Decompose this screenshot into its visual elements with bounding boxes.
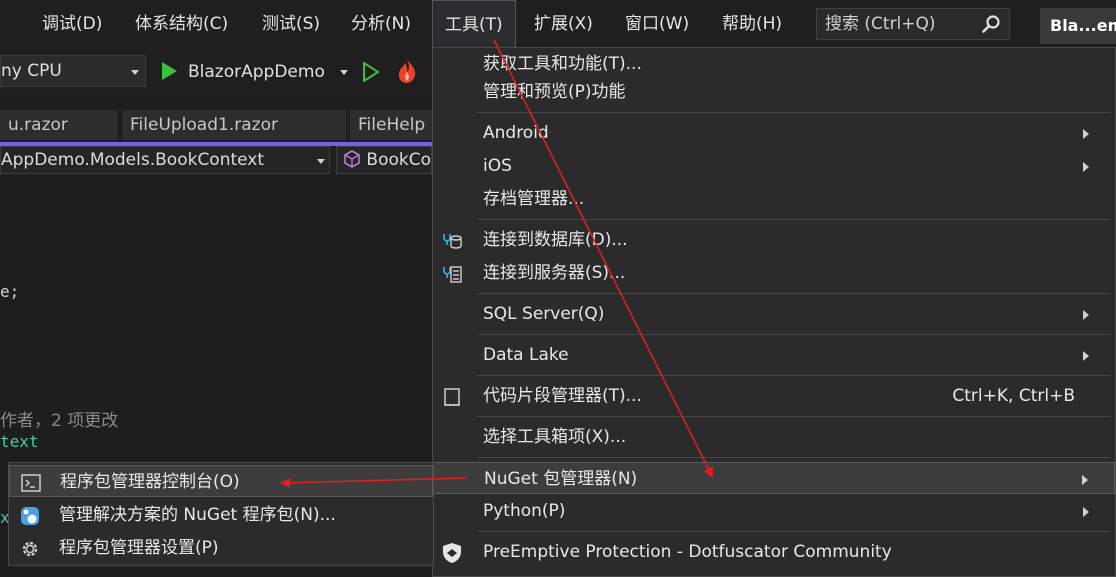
- menu-item-connect-server[interactable]: 连接到服务器(S)...: [433, 257, 1115, 289]
- menu-item-label: Python(P): [483, 501, 566, 521]
- menu-analyze[interactable]: 分析(N): [351, 0, 411, 48]
- submenu-item-label: 程序包管理器设置(P): [59, 538, 219, 558]
- menu-item-label: 存档管理器...: [483, 189, 585, 209]
- menu-separator: [477, 112, 1111, 113]
- menu-separator: [477, 375, 1111, 376]
- menu-item-label: 管理和预览(P)功能: [483, 82, 626, 102]
- codelens-annotation[interactable]: 作者，2 项更改: [0, 406, 118, 431]
- snippet-icon: [444, 388, 460, 406]
- gear-icon: [22, 541, 38, 557]
- hot-reload-icon[interactable]: [396, 58, 418, 84]
- menu-debug[interactable]: 调试(D): [42, 0, 102, 48]
- menu-item-label: iOS: [483, 156, 512, 176]
- menu-item-label: 选择工具箱项(X)...: [483, 427, 627, 447]
- menu-window[interactable]: 窗口(W): [625, 0, 689, 48]
- chevron-down-icon: [317, 159, 325, 164]
- run-target-label[interactable]: BlazorAppDemo: [188, 48, 325, 96]
- code-line: text: [0, 432, 39, 451]
- menu-item-label: 连接到数据库(D)...: [483, 230, 628, 250]
- submenu-item-manage-nuget[interactable]: 管理解决方案的 NuGet 程序包(N)...: [9, 499, 433, 531]
- platform-value: ny CPU: [1, 61, 62, 81]
- menu-item-shortcut: Ctrl+K, Ctrl+B: [952, 386, 1075, 406]
- chevron-down-icon: [131, 70, 139, 75]
- tab-filehelper[interactable]: FileHelp: [350, 110, 432, 140]
- menu-separator: [477, 334, 1111, 335]
- menu-tools[interactable]: 工具(T): [432, 0, 516, 47]
- scope-value: AppDemo.Models.BookContext: [1, 150, 265, 170]
- menu-item-label: 连接到服务器(S)...: [483, 263, 626, 283]
- submenu-item-package-console[interactable]: 程序包管理器控制台(O): [9, 465, 433, 497]
- menu-item-snippet-manager[interactable]: 代码片段管理器(T)... Ctrl+K, Ctrl+B: [433, 380, 1115, 412]
- member-value: BookCo: [366, 150, 431, 170]
- menu-item-dotfuscator[interactable]: PreEmptive Protection - Dotfuscator Comm…: [433, 536, 1115, 568]
- menu-separator: [477, 416, 1111, 417]
- menu-separator: [477, 219, 1111, 220]
- database-connect-icon: [443, 234, 462, 249]
- server-connect-icon: [443, 266, 462, 283]
- start-debug-icon[interactable]: [160, 61, 178, 81]
- menu-separator: [477, 531, 1111, 532]
- class-icon: [344, 150, 360, 168]
- chevron-right-icon: [1083, 162, 1089, 172]
- code-line: e;: [0, 282, 20, 301]
- shield-icon: [443, 543, 461, 563]
- menu-help[interactable]: 帮助(H): [722, 0, 782, 48]
- menu-item-manage-preview[interactable]: 管理和预览(P)功能: [433, 76, 1115, 108]
- menu-extensions[interactable]: 扩展(X): [534, 0, 593, 48]
- menu-item-choose-toolbox[interactable]: 选择工具箱项(X)...: [433, 421, 1115, 453]
- menu-item-python[interactable]: Python(P): [433, 495, 1115, 527]
- solution-title-tab[interactable]: Bla...em: [1040, 8, 1116, 44]
- start-without-debug-icon[interactable]: [362, 62, 380, 82]
- nuget-icon: [21, 507, 39, 525]
- member-dropdown[interactable]: BookCo: [336, 146, 432, 174]
- menu-item-label: NuGet 包管理器(N): [484, 469, 638, 489]
- menu-separator: [477, 293, 1111, 294]
- menu-test[interactable]: 测试(S): [262, 0, 320, 48]
- search-icon: [982, 15, 1000, 33]
- submenu-item-label: 管理解决方案的 NuGet 程序包(N)...: [59, 505, 336, 525]
- menu-item-sql-server[interactable]: SQL Server(Q): [433, 298, 1115, 330]
- menu-architecture[interactable]: 体系结构(C): [135, 0, 228, 48]
- nuget-submenu: 程序包管理器控制台(O) 管理解决方案的 NuGet 程序包(N)... 程序包…: [8, 462, 434, 566]
- menu-bar: 调试(D) 体系结构(C) 测试(S) 分析(N) 工具(T) 扩展(X) 窗口…: [0, 0, 1116, 48]
- chevron-right-icon: [1083, 507, 1089, 517]
- toolbar: ny CPU BlazorAppDemo: [0, 48, 440, 96]
- search-label: 搜索 (Ctrl+Q): [825, 14, 936, 34]
- document-tabs: u.razor FileUpload1.razor FileHelp: [0, 110, 432, 142]
- menu-item-label: SQL Server(Q): [483, 304, 605, 324]
- menu-item-ios[interactable]: iOS: [433, 150, 1115, 182]
- menu-item-label: Android: [483, 123, 549, 143]
- menu-item-data-lake[interactable]: Data Lake: [433, 339, 1115, 371]
- menu-item-label: PreEmptive Protection - Dotfuscator Comm…: [483, 542, 892, 562]
- submenu-item-package-settings[interactable]: 程序包管理器设置(P): [9, 532, 433, 564]
- chevron-right-icon: [1083, 310, 1089, 320]
- tools-menu: 获取工具和功能(T)... 管理和预览(P)功能 Android iOS 存档管…: [432, 47, 1116, 577]
- menu-item-label: 代码片段管理器(T)...: [483, 386, 642, 406]
- scope-dropdown[interactable]: AppDemo.Models.BookContext: [0, 146, 330, 174]
- menu-separator: [477, 457, 1111, 458]
- menu-item-archive-manager[interactable]: 存档管理器...: [433, 183, 1115, 215]
- navigation-bar: AppDemo.Models.BookContext BookCo: [0, 146, 432, 176]
- chevron-right-icon: [1082, 475, 1088, 485]
- search-box[interactable]: 搜索 (Ctrl+Q): [816, 8, 1010, 40]
- chevron-right-icon: [1083, 129, 1089, 139]
- tab-menu-razor[interactable]: u.razor: [0, 110, 118, 140]
- menu-item-connect-database[interactable]: 连接到数据库(D)...: [433, 224, 1115, 256]
- menu-item-android[interactable]: Android: [433, 117, 1115, 149]
- menu-item-nuget[interactable]: NuGet 包管理器(N): [433, 462, 1115, 494]
- console-icon: [21, 474, 41, 492]
- submenu-item-label: 程序包管理器控制台(O): [60, 472, 240, 492]
- platform-select[interactable]: ny CPU: [0, 55, 146, 87]
- chevron-down-icon[interactable]: [340, 70, 348, 75]
- tab-fileupload1-razor[interactable]: FileUpload1.razor: [122, 110, 346, 140]
- menu-item-label: Data Lake: [483, 345, 569, 365]
- chevron-right-icon: [1083, 351, 1089, 361]
